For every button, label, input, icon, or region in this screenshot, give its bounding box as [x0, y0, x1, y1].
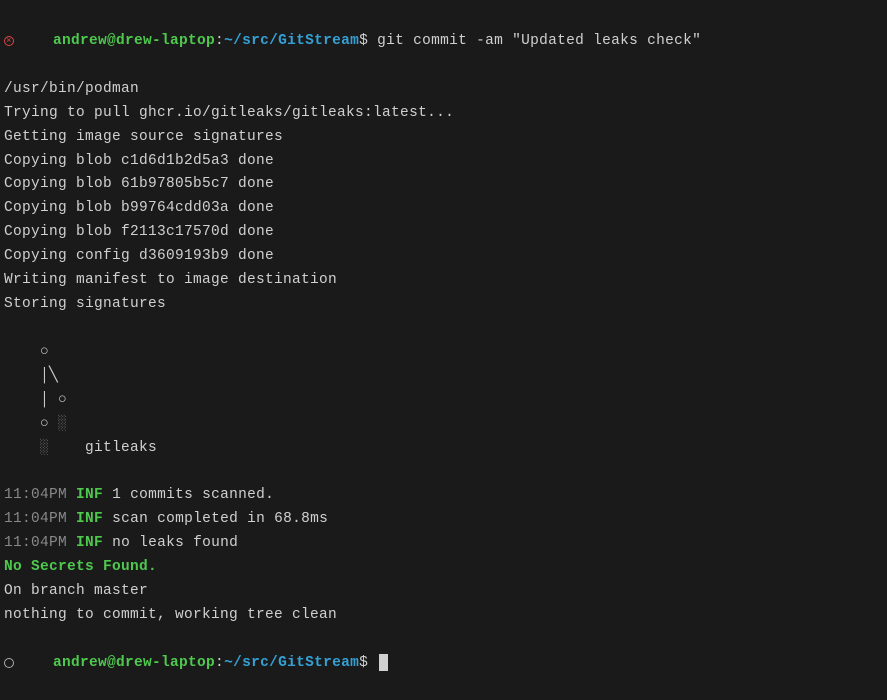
output-line: Copying blob c1d6d1b2d5a3 done [4, 150, 883, 174]
log-line: 11:04PM INF scan completed in 68.8ms [4, 508, 883, 532]
ascii-art-line: │ ○ [4, 389, 883, 413]
blank-line [4, 461, 883, 485]
log-message: no leaks found [112, 535, 238, 551]
log-message: 1 commits scanned. [112, 487, 274, 503]
ascii-segment: ░ [40, 440, 49, 456]
output-line: Copying config d3609193b9 done [4, 245, 883, 269]
prompt-sep: : [215, 33, 224, 49]
log-timestamp: 11:04PM [4, 511, 67, 527]
output-line: Copying blob 61b97805b5c7 done [4, 173, 883, 197]
log-level: INF [76, 511, 103, 527]
log-timestamp: 11:04PM [4, 535, 67, 551]
output-line: Copying blob f2113c17570d done [4, 221, 883, 245]
log-level: INF [76, 535, 103, 551]
log-message: scan completed in 68.8ms [112, 511, 328, 527]
log-level: INF [76, 487, 103, 503]
ascii-segment: ○ [4, 416, 58, 432]
ascii-art-line: ○ [4, 341, 883, 365]
status-ok-icon [4, 658, 14, 668]
log-line: 11:04PM INF no leaks found [4, 532, 883, 556]
prompt-dollar: $ [359, 655, 368, 671]
prompt-user: andrew@drew-laptop [53, 655, 215, 671]
output-line: Copying blob b99764cdd03a done [4, 197, 883, 221]
ascii-art-line: │╲ [4, 365, 883, 389]
command-text: git commit -am "Updated leaks check" [377, 33, 701, 49]
ascii-art-line: ○ ░ [4, 413, 883, 437]
prompt-sep: : [215, 655, 224, 671]
output-line: Writing manifest to image destination [4, 269, 883, 293]
branch-line: On branch master [4, 580, 883, 604]
prompt-line-2[interactable]: andrew@drew-laptop:~/src/GitStream$ [4, 628, 883, 700]
clean-line: nothing to commit, working tree clean [4, 604, 883, 628]
log-line: 11:04PM INF 1 commits scanned. [4, 484, 883, 508]
ascii-segment [4, 440, 40, 456]
success-line: No Secrets Found. [4, 556, 883, 580]
prompt-path: ~/src/GitStream [224, 655, 359, 671]
ascii-segment: ░ [58, 416, 67, 432]
status-error-icon [4, 36, 14, 46]
log-timestamp: 11:04PM [4, 487, 67, 503]
cursor-icon [379, 654, 388, 671]
ascii-art-line: ░ gitleaks [4, 437, 883, 461]
prompt-user: andrew@drew-laptop [53, 33, 215, 49]
prompt-line-1[interactable]: andrew@drew-laptop:~/src/GitStream$ git … [4, 6, 883, 78]
ascii-label: gitleaks [49, 440, 157, 456]
output-line: Storing signatures [4, 293, 883, 317]
blank-line [4, 317, 883, 341]
prompt-dollar: $ [359, 33, 368, 49]
output-line: /usr/bin/podman [4, 78, 883, 102]
output-line: Getting image source signatures [4, 126, 883, 150]
output-line: Trying to pull ghcr.io/gitleaks/gitleaks… [4, 102, 883, 126]
prompt-path: ~/src/GitStream [224, 33, 359, 49]
